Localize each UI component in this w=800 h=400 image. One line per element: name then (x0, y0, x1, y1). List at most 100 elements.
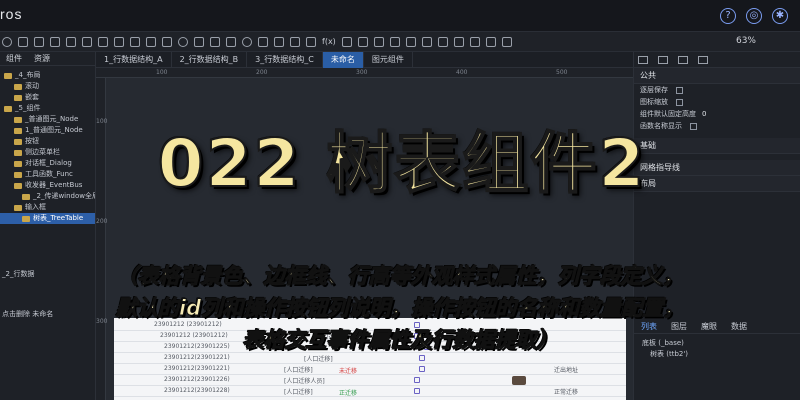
tree-item[interactable]: _普通图元_Node (0, 114, 95, 125)
tree-item[interactable]: 收发器_EventBus (0, 180, 95, 191)
distribute-v-icon[interactable] (130, 36, 140, 47)
prop-row: 组件默认固定高度 0 (634, 108, 800, 120)
align-right-icon[interactable] (50, 36, 60, 47)
action-icon[interactable] (414, 388, 420, 394)
doc-tab[interactable]: 1_行数据结构_A (96, 52, 172, 68)
tree-item[interactable]: 输入框 (0, 202, 95, 213)
target-icon[interactable] (242, 36, 252, 47)
feedback-icon[interactable]: ◎ (746, 8, 762, 24)
text-icon[interactable] (194, 36, 204, 47)
row-cell: [人口迁移] (304, 356, 333, 363)
tree-item[interactable]: _2_传递window全局 (0, 191, 95, 202)
redo-icon[interactable] (406, 36, 416, 47)
align-middle-icon[interactable] (82, 36, 92, 47)
row-cell: 正常迁移 (554, 389, 579, 396)
row-id: 23901212(23901221) (164, 354, 230, 361)
grid-icon[interactable] (2, 36, 12, 47)
row-id: 23901212(23901226) (164, 376, 230, 383)
prop-checkbox[interactable] (676, 98, 683, 106)
lock-icon[interactable] (342, 36, 352, 47)
circle-icon[interactable] (178, 36, 188, 47)
tree-item[interactable]: _5_组件 (0, 103, 95, 114)
header-actions: ? ◎ ✱ (720, 8, 788, 24)
tree-item[interactable]: 工具函数_Func (0, 169, 95, 180)
ruler-tick: 500 (556, 69, 568, 76)
folder-icon (14, 171, 22, 178)
group-icon[interactable] (290, 36, 300, 47)
style-icon[interactable] (658, 55, 668, 64)
settings-icon[interactable]: ✱ (772, 8, 788, 24)
chart-icon[interactable] (306, 36, 316, 47)
app-header: ros ? ◎ ✱ (0, 0, 800, 32)
folder-icon (14, 160, 22, 167)
save-icon[interactable] (470, 36, 480, 47)
tree-item[interactable]: 滚动 (0, 81, 95, 92)
tree-item[interactable]: 侧边菜单栏 (0, 147, 95, 158)
folder-icon (14, 204, 22, 211)
table-row[interactable]: 23901212(23901221) [人口迁移] 未迁移 迁出地址 (114, 364, 626, 375)
layout-icon[interactable] (638, 55, 648, 64)
prop-checkbox[interactable] (676, 86, 683, 94)
fullscreen-icon[interactable] (502, 36, 512, 47)
table-row[interactable]: 23901212(23901221) [人口迁移] (114, 353, 626, 364)
undo-icon[interactable] (390, 36, 400, 47)
action-icon[interactable] (414, 377, 420, 383)
menu-icon[interactable] (274, 36, 284, 47)
align-center-icon[interactable] (34, 36, 44, 47)
image-icon[interactable] (210, 36, 220, 47)
preview-icon[interactable] (438, 36, 448, 47)
tree-item-selected[interactable]: 树表_TreeTable (0, 213, 95, 224)
tab-resources[interactable]: 资源 (28, 52, 56, 65)
prop-row: 图标缩放 (634, 96, 800, 108)
tree-item[interactable]: 按钮 (0, 136, 95, 147)
action-icon[interactable] (419, 366, 425, 372)
row-cell: [人口迁移人员] (284, 378, 325, 385)
run-icon[interactable] (486, 36, 496, 47)
horizontal-ruler: 100 200 300 400 500 (96, 68, 633, 78)
folder-icon (4, 105, 12, 112)
align-bottom-icon[interactable] (98, 36, 108, 47)
zoom-level[interactable]: 63% (736, 36, 756, 46)
doc-tab[interactable]: 2_行数据结构_B (172, 52, 248, 68)
table-row[interactable]: 23901212(23901228) [人口迁移] 正迁移 正常迁移 (114, 386, 626, 397)
tree-item[interactable]: 1_普通图元_Node (0, 125, 95, 136)
doc-tab-active[interactable]: 未命名 (322, 52, 364, 68)
align-left-icon[interactable] (18, 36, 28, 47)
folder-icon (14, 138, 22, 145)
upload-icon[interactable] (454, 36, 464, 47)
event-icon[interactable] (678, 55, 688, 64)
folder-icon (22, 193, 30, 200)
tree-item[interactable]: _4_布局 (0, 70, 95, 81)
play-icon[interactable] (358, 36, 368, 47)
doc-tab[interactable]: 图元组件 (364, 52, 413, 68)
ruler-tick: 100 (156, 69, 168, 76)
data-icon[interactable] (698, 55, 708, 64)
function-icon[interactable]: f(x) (322, 37, 336, 47)
folder-icon (22, 215, 30, 222)
frame-icon[interactable] (258, 36, 268, 47)
tab-components[interactable]: 组件 (0, 52, 28, 65)
action-icon[interactable] (419, 355, 425, 361)
video-subtitle-line: （表格背景色、边框线、行高等外观样式属性，列字段定义， (116, 264, 684, 289)
folder-icon (4, 72, 12, 79)
row-id: 23901212(23901221) (164, 365, 230, 372)
section-public[interactable]: 公共 (634, 68, 800, 84)
ruler-tick: 400 (456, 69, 468, 76)
row-cell: 迁出地址 (554, 367, 579, 374)
square-icon[interactable] (162, 36, 172, 47)
tree-item[interactable]: 嵌套 (0, 92, 95, 103)
export-icon[interactable] (422, 36, 432, 47)
align-top-icon[interactable] (66, 36, 76, 47)
distribute-h-icon[interactable] (114, 36, 124, 47)
avatar (512, 376, 526, 385)
help-icon[interactable]: ? (720, 8, 736, 24)
rect-icon[interactable] (146, 36, 156, 47)
video-title-overlay: 022 树表组件2 (157, 124, 647, 203)
doc-tab[interactable]: 3_行数据结构_C (247, 52, 323, 68)
tree-item[interactable]: 对话框_Dialog (0, 158, 95, 169)
table-icon[interactable] (226, 36, 236, 47)
prop-label: 组件默认固定高度 (640, 110, 696, 118)
table-row[interactable]: 23901212(23901226) [人口迁移人员] (114, 375, 626, 386)
copy-icon[interactable] (374, 36, 384, 47)
prop-value-input[interactable]: 0 (702, 110, 706, 118)
